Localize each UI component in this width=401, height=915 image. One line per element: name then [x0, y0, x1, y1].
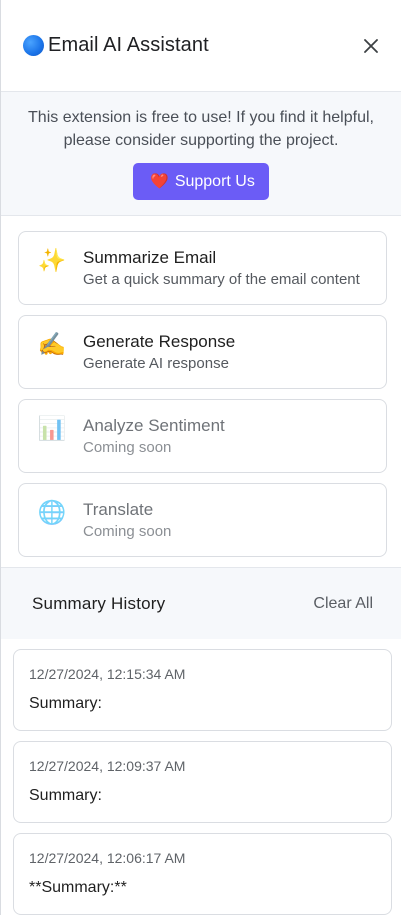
sparkles-icon: ✨	[37, 247, 67, 273]
action-title: Summarize Email	[83, 248, 217, 267]
support-us-button[interactable]: ❤️ Support Us	[133, 163, 269, 200]
history-timestamp: 12/27/2024, 12:15:34 AM	[29, 666, 186, 682]
panel-header: Email AI Assistant	[1, 0, 401, 92]
history-item[interactable]: 12/27/2024, 12:06:17 AM **Summary:**	[13, 833, 392, 915]
translate-button: 🌐 Translate Coming soon	[18, 483, 387, 557]
close-icon[interactable]	[359, 34, 383, 58]
history-summary: Summary:	[29, 695, 102, 712]
history-timestamp: 12/27/2024, 12:09:37 AM	[29, 758, 186, 774]
action-text: Analyze Sentiment Coming soon	[83, 413, 225, 458]
writing-hand-icon: ✍️	[37, 331, 67, 357]
history-summary: Summary:	[29, 787, 102, 804]
history-item[interactable]: 12/27/2024, 12:09:37 AM Summary:	[13, 741, 392, 823]
action-description: Coming soon	[83, 439, 172, 456]
app-logo-icon	[23, 35, 44, 56]
actions-list: ✨ Summarize Email Get a quick summary of…	[1, 216, 401, 557]
heart-icon: ❤️	[150, 173, 169, 190]
action-title: Analyze Sentiment	[83, 416, 225, 435]
clear-all-button[interactable]: Clear All	[313, 595, 373, 613]
panel-title: Email AI Assistant	[48, 34, 209, 56]
assistant-panel: Email AI Assistant This extension is fre…	[0, 0, 401, 915]
summary-history-header: Summary History Clear All	[1, 567, 401, 639]
support-us-label: Support Us	[174, 172, 255, 190]
globe-icon: 🌐	[37, 499, 67, 525]
close-icon-glyph	[364, 38, 378, 53]
generate-response-button[interactable]: ✍️ Generate Response Generate AI respons…	[18, 315, 387, 389]
bar-chart-icon: 📊	[37, 415, 67, 441]
analyze-sentiment-button: 📊 Analyze Sentiment Coming soon	[18, 399, 387, 473]
history-item[interactable]: 12/27/2024, 12:15:34 AM Summary:	[13, 649, 392, 731]
action-text: Summarize Email Get a quick summary of t…	[83, 245, 360, 290]
summary-history-list: 12/27/2024, 12:15:34 AM Summary: 12/27/2…	[1, 639, 401, 915]
action-description: Get a quick summary of the email content	[83, 271, 360, 288]
action-description: Coming soon	[83, 523, 172, 540]
summary-history-title: Summary History	[32, 593, 166, 613]
summarize-email-button[interactable]: ✨ Summarize Email Get a quick summary of…	[18, 231, 387, 305]
action-title: Translate	[83, 500, 154, 519]
support-message: This extension is free to use! If you fi…	[28, 109, 374, 149]
history-timestamp: 12/27/2024, 12:06:17 AM	[29, 850, 186, 866]
action-text: Generate Response Generate AI response	[83, 329, 235, 374]
action-description: Generate AI response	[83, 355, 229, 372]
support-banner: This extension is free to use! If you fi…	[1, 92, 401, 216]
action-title: Generate Response	[83, 332, 236, 351]
action-text: Translate Coming soon	[83, 497, 171, 542]
history-summary: **Summary:**	[29, 879, 127, 896]
